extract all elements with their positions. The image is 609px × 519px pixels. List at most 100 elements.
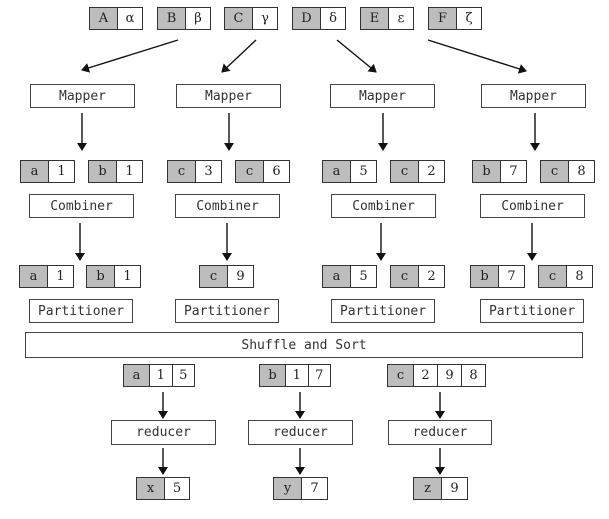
pair-key: c (539, 266, 566, 287)
combiner-box: Combiner (331, 194, 436, 218)
pair-key: a (21, 161, 48, 182)
pair-key: a (20, 266, 47, 287)
pair-value: 8 (566, 266, 592, 287)
reducer-input-group: a 1 5 (123, 364, 195, 387)
group-value: 8 (461, 365, 485, 386)
map-output-pair: b 1 (88, 160, 143, 183)
pair-value: 1 (47, 266, 73, 287)
map-output-pair: c 6 (235, 160, 290, 183)
pair-value: 7 (500, 161, 526, 182)
input-value: α (117, 8, 142, 29)
arrow-input-to-mapper-2 (221, 39, 257, 73)
partitioner-box: Partitioner (331, 299, 435, 323)
pair-key: a (323, 266, 350, 287)
combiner-box: Combiner (480, 194, 585, 218)
map-output-pair: c 8 (540, 160, 595, 183)
group-key: c (388, 365, 413, 386)
input-key: E (361, 8, 388, 29)
group-value: 1 (149, 365, 172, 386)
input-pair: C γ (224, 7, 278, 30)
combiner-box: Combiner (29, 194, 134, 218)
group-value: 9 (437, 365, 461, 386)
mapper-box: Mapper (176, 84, 281, 108)
reducer-box: reducer (388, 420, 492, 445)
pair-key: x (137, 478, 164, 499)
arrow-input-to-mapper-4 (427, 39, 527, 74)
mapreduce-diagram: A α B β C γ D δ E ε F ζ Mapper Mapper Ma… (0, 0, 609, 519)
arrow-input-to-mapper-3 (336, 39, 377, 73)
pair-value: 7 (301, 478, 327, 499)
map-output-pair: a 5 (322, 160, 377, 183)
combiner-output-pair: b 7 (470, 265, 525, 288)
input-key: F (429, 8, 456, 29)
input-key: D (293, 8, 320, 29)
pair-key: a (323, 161, 350, 182)
map-output-pair: b 7 (472, 160, 527, 183)
group-value: 2 (413, 365, 437, 386)
pair-key: c (391, 266, 418, 287)
combiner-output-pair: a 5 (322, 265, 377, 288)
combiner-output-pair: c 2 (390, 265, 445, 288)
pair-value: 5 (164, 478, 189, 499)
pair-value: 8 (568, 161, 594, 182)
pair-key: b (89, 161, 116, 182)
input-pair: F ζ (428, 7, 482, 30)
pair-value: 1 (116, 161, 142, 182)
group-key: b (260, 365, 285, 386)
pair-value: 3 (195, 161, 221, 182)
pair-value: 5 (350, 266, 376, 287)
partitioner-box: Partitioner (29, 299, 133, 323)
input-pair: A α (89, 7, 143, 30)
pair-value: 9 (441, 478, 467, 499)
pair-key: c (391, 161, 418, 182)
mapper-box: Mapper (30, 84, 135, 108)
pair-value: 2 (418, 266, 444, 287)
pair-key: c (200, 266, 227, 287)
partitioner-box: Partitioner (175, 299, 279, 323)
reducer-box: reducer (248, 420, 353, 445)
reducer-input-group: c 2 9 8 (387, 364, 486, 387)
map-output-pair: c 3 (167, 160, 222, 183)
combiner-output-pair: b 1 (86, 265, 141, 288)
output-pair: z 9 (413, 477, 468, 500)
mapper-box: Mapper (330, 84, 435, 108)
shuffle-and-sort-box: Shuffle and Sort (25, 332, 583, 358)
combiner-box: Combiner (175, 194, 280, 218)
pair-value: 7 (498, 266, 524, 287)
output-pair: x 5 (136, 477, 190, 500)
partitioner-box: Partitioner (480, 299, 584, 323)
input-value: γ (252, 8, 277, 29)
input-value: ζ (456, 8, 481, 29)
pair-value: 9 (227, 266, 253, 287)
combiner-output-pair: c 8 (538, 265, 593, 288)
group-key: a (124, 365, 149, 386)
input-key: C (225, 8, 252, 29)
pair-value: 1 (114, 266, 140, 287)
combiner-output-pair: a 1 (19, 265, 74, 288)
pair-value: 6 (263, 161, 289, 182)
pair-key: b (471, 266, 498, 287)
pair-key: y (274, 478, 301, 499)
pair-value: 2 (418, 161, 444, 182)
input-value: δ (320, 8, 345, 29)
reducer-box: reducer (111, 420, 216, 445)
group-value: 1 (285, 365, 308, 386)
pair-key: c (236, 161, 263, 182)
input-key: A (90, 8, 117, 29)
map-output-pair: c 2 (390, 160, 445, 183)
output-pair: y 7 (273, 477, 328, 500)
combiner-output-pair: c 9 (199, 265, 254, 288)
pair-key: z (414, 478, 441, 499)
pair-value: 5 (350, 161, 376, 182)
pair-key: c (168, 161, 195, 182)
input-key: B (158, 8, 185, 29)
group-value: 5 (171, 365, 195, 386)
input-value: β (185, 8, 210, 29)
input-value: ε (388, 8, 413, 29)
group-value: 7 (307, 365, 331, 386)
arrow-input-to-mapper-1 (81, 39, 179, 73)
pair-key: b (473, 161, 500, 182)
pair-key: b (87, 266, 114, 287)
input-pair: B β (157, 7, 211, 30)
reducer-input-group: b 1 7 (259, 364, 331, 387)
